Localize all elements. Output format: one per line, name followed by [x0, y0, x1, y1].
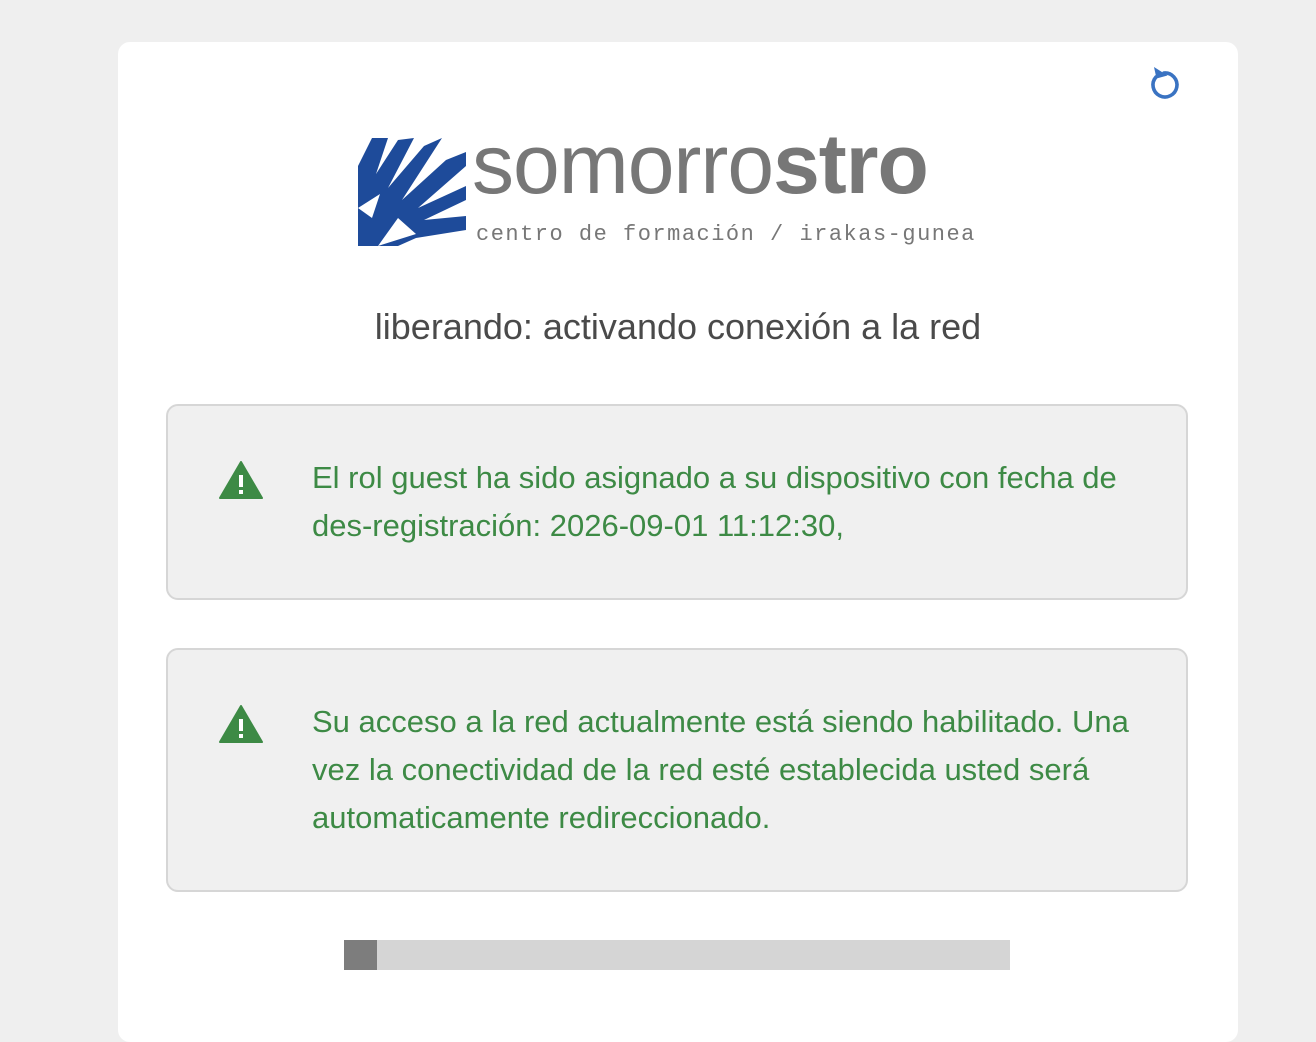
logo-subtitle: centro de formación / irakas-gunea — [476, 222, 976, 247]
somorrostro-logo: somorrostro centro de formación / irakas… — [358, 122, 1000, 250]
alert-message: El rol guest ha sido asignado a su dispo… — [312, 460, 1117, 543]
logo-wordmark: somorrostro — [472, 122, 929, 206]
alert-message: Su acceso a la red actualmente está sien… — [312, 704, 1129, 835]
status-heading: liberando: activando conexión a la red — [374, 306, 982, 347]
progress-bar — [344, 940, 1010, 970]
logo-word-light: somorro — [472, 117, 774, 211]
progress-fill — [344, 940, 378, 970]
refresh-icon — [1151, 67, 1179, 99]
refresh-button[interactable] — [1144, 60, 1188, 104]
logo-word-bold: stro — [773, 117, 929, 211]
warning-icon — [219, 461, 263, 499]
alert-access-enabling: Su acceso a la red actualmente está sien… — [166, 648, 1188, 892]
alert-guest-role: El rol guest ha sido asignado a su dispo… — [166, 404, 1188, 600]
warning-icon — [219, 705, 263, 743]
somorrostro-leaf-logo — [358, 138, 466, 246]
